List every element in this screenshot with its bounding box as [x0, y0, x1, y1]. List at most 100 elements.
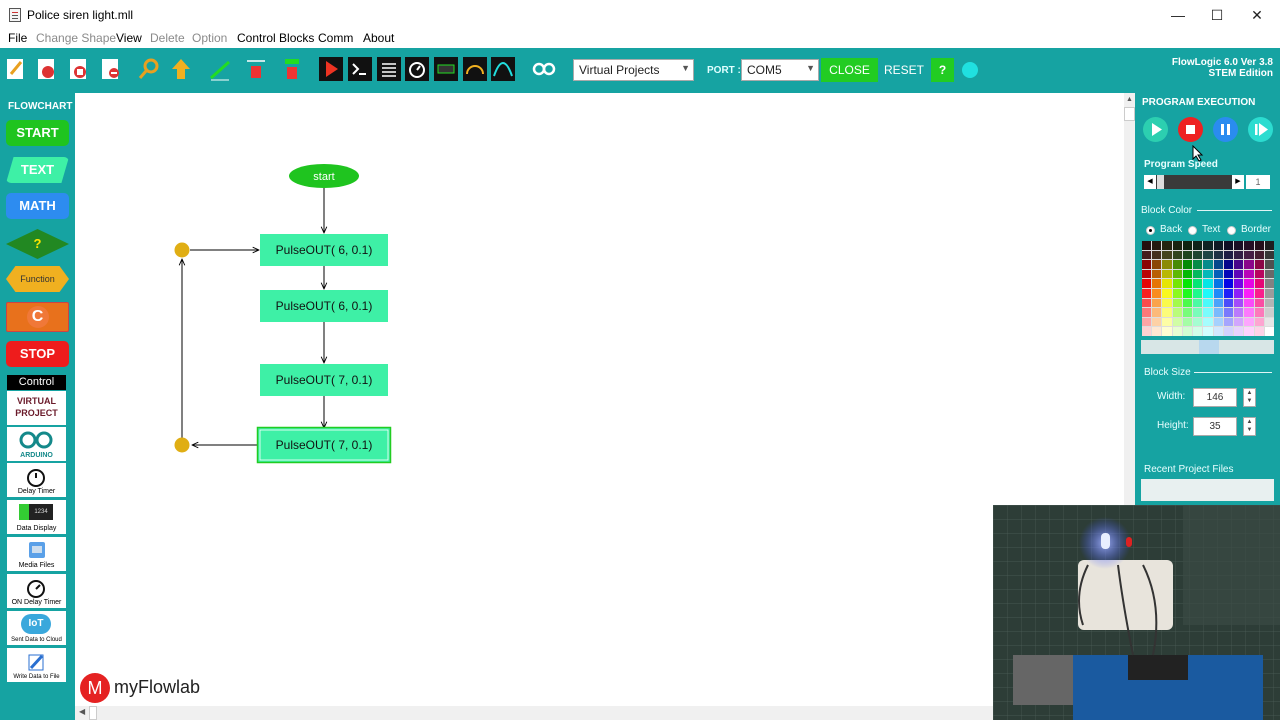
- menu-file[interactable]: File: [8, 31, 27, 45]
- color-swatch[interactable]: [1234, 250, 1244, 260]
- color-swatch[interactable]: [1162, 269, 1172, 279]
- on-delay-timer-tool[interactable]: ON Delay Timer: [7, 574, 66, 609]
- color-swatch[interactable]: [1172, 260, 1182, 269]
- recent-files-list[interactable]: [1141, 479, 1274, 501]
- color-swatch[interactable]: [1162, 260, 1172, 269]
- color-swatch[interactable]: [1182, 298, 1193, 308]
- color-swatch[interactable]: [1254, 317, 1264, 327]
- color-swatch[interactable]: [1162, 327, 1172, 336]
- color-swatch[interactable]: [1203, 250, 1213, 260]
- color-swatch[interactable]: [1162, 308, 1172, 317]
- delete-block-icon[interactable]: [279, 56, 305, 82]
- color-swatch[interactable]: [1172, 269, 1182, 279]
- color-swatch[interactable]: [1152, 289, 1162, 298]
- color-swatch[interactable]: [1254, 298, 1264, 308]
- color-swatch[interactable]: [1213, 289, 1223, 298]
- color-swatch[interactable]: [1223, 289, 1234, 298]
- color-swatch[interactable]: [1264, 289, 1274, 298]
- scroll-up-icon[interactable]: ▲: [1126, 96, 1133, 103]
- color-swatch[interactable]: [1203, 260, 1213, 269]
- reset-button[interactable]: RESET: [881, 58, 927, 82]
- color-swatch[interactable]: [1223, 260, 1234, 269]
- junction-node-top[interactable]: [174, 242, 190, 258]
- width-stepper[interactable]: ▲ ▼: [1243, 388, 1256, 407]
- color-swatch[interactable]: [1234, 317, 1244, 327]
- decision-block-button[interactable]: ?: [6, 229, 69, 259]
- color-swatch[interactable]: [1203, 289, 1213, 298]
- arduino-icon[interactable]: [531, 56, 557, 82]
- color-swatch[interactable]: [1213, 279, 1223, 288]
- color-swatch[interactable]: [1234, 289, 1244, 298]
- speed-slider-thumb[interactable]: [1157, 175, 1164, 189]
- color-swatch[interactable]: [1203, 269, 1213, 279]
- height-stepper[interactable]: ▲ ▼: [1243, 417, 1256, 436]
- color-swatch[interactable]: [1223, 269, 1234, 279]
- write-data-file-tool[interactable]: Write Data to File: [7, 648, 66, 683]
- draw-line-icon[interactable]: [207, 56, 233, 82]
- delay-timer-tool[interactable]: Delay Timer: [7, 463, 66, 498]
- color-swatch[interactable]: [1182, 308, 1193, 317]
- color-swatch[interactable]: [1152, 269, 1162, 279]
- color-swatch[interactable]: [1203, 298, 1213, 308]
- save-as-icon[interactable]: [98, 56, 124, 82]
- color-swatch[interactable]: [1152, 279, 1162, 288]
- color-swatch[interactable]: [1162, 289, 1172, 298]
- color-swatch[interactable]: [1213, 241, 1223, 250]
- color-swatch[interactable]: [1182, 260, 1193, 269]
- color-swatch[interactable]: [1213, 298, 1223, 308]
- color-swatch[interactable]: [1223, 279, 1234, 288]
- color-swatch[interactable]: [1254, 241, 1264, 250]
- color-swatch[interactable]: [1193, 279, 1203, 288]
- color-swatch[interactable]: [1203, 241, 1213, 250]
- color-swatch[interactable]: [1254, 260, 1264, 269]
- color-swatch[interactable]: [1203, 308, 1213, 317]
- color-swatch[interactable]: [1152, 260, 1162, 269]
- color-swatch[interactable]: [1264, 279, 1274, 288]
- color-swatch[interactable]: [1142, 289, 1152, 298]
- color-swatch[interactable]: [1152, 298, 1162, 308]
- upload-arrow-icon[interactable]: [168, 56, 194, 82]
- menu-comm[interactable]: Comm: [318, 31, 353, 45]
- color-swatch[interactable]: [1264, 250, 1274, 260]
- new-file-icon[interactable]: [3, 56, 29, 82]
- gauge-icon[interactable]: [462, 56, 488, 82]
- color-swatch[interactable]: [1142, 308, 1152, 317]
- color-swatch[interactable]: [1152, 327, 1162, 336]
- speed-left-icon[interactable]: ◀: [1144, 175, 1156, 189]
- color-swatch[interactable]: [1254, 279, 1264, 288]
- data-display-tool[interactable]: 1234 Data Display: [7, 500, 66, 535]
- speed-right-icon[interactable]: ▶: [1232, 175, 1244, 189]
- color-swatch[interactable]: [1213, 269, 1223, 279]
- color-swatch[interactable]: [1162, 298, 1172, 308]
- color-swatch[interactable]: [1193, 250, 1203, 260]
- close-port-button[interactable]: CLOSE: [821, 58, 878, 82]
- scroll-thumb[interactable]: [1124, 107, 1135, 121]
- math-block-button[interactable]: MATH: [6, 193, 69, 219]
- color-swatch[interactable]: [1182, 279, 1193, 288]
- color-swatch[interactable]: [1152, 241, 1162, 250]
- minimize-button[interactable]: —: [1160, 4, 1196, 26]
- color-swatch[interactable]: [1244, 308, 1254, 317]
- menu-option[interactable]: Option: [192, 31, 227, 45]
- radio-text[interactable]: [1188, 226, 1197, 235]
- list-icon[interactable]: [376, 56, 402, 82]
- color-swatch[interactable]: [1264, 298, 1274, 308]
- color-swatch[interactable]: [1244, 327, 1254, 336]
- color-swatch[interactable]: [1142, 317, 1152, 327]
- color-swatch[interactable]: [1172, 308, 1182, 317]
- display-icon[interactable]: [433, 56, 459, 82]
- color-swatch[interactable]: [1244, 260, 1254, 269]
- color-swatch[interactable]: [1142, 269, 1152, 279]
- help-button[interactable]: ?: [931, 58, 954, 82]
- color-swatch[interactable]: [1193, 260, 1203, 269]
- color-swatch[interactable]: [1234, 241, 1244, 250]
- virtual-project-tool[interactable]: VIRTUAL PROJECT: [7, 391, 66, 426]
- waveform-icon[interactable]: [490, 56, 516, 82]
- color-swatch[interactable]: [1223, 317, 1234, 327]
- color-swatch[interactable]: [1203, 327, 1213, 336]
- color-swatch[interactable]: [1142, 298, 1152, 308]
- color-swatch[interactable]: [1172, 289, 1182, 298]
- color-swatch[interactable]: [1223, 308, 1234, 317]
- color-swatch[interactable]: [1223, 250, 1234, 260]
- color-swatch[interactable]: [1172, 327, 1182, 336]
